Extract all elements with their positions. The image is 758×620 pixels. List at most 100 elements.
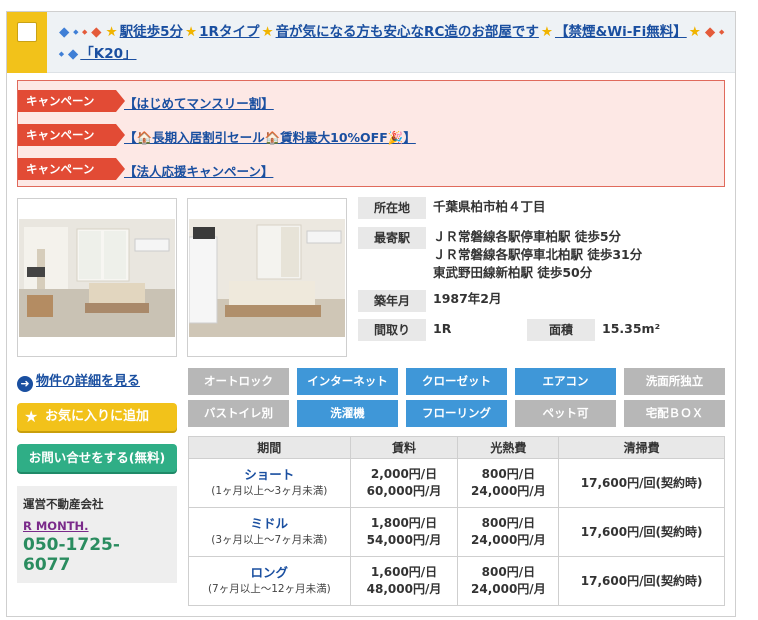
campaign-link[interactable]: 【法人応援キャンペーン】	[124, 161, 273, 180]
campaign-row: キャンペーン 【🏠長期入居割引セール🏠賃料最大10%OFF🎉】	[18, 124, 718, 148]
feature-badge: 洗面所独立	[624, 368, 725, 395]
blue-diamond-icon: ◆	[67, 46, 79, 62]
station-line: ＪＲ常磐線各駅停車北柏駅 徒歩31分	[433, 247, 643, 262]
table-header: 賃料	[349, 436, 459, 459]
property-header: ◆ ⬩ ⬩ ◆ ★ 駅徒歩5分 ★ 1Rタイプ ★ 音が気になる方も安心なRC造のお部屋です ★ 【禁…	[7, 12, 735, 73]
contact-button[interactable]: お問い合せをする(無料)	[17, 444, 177, 472]
detail-link[interactable]: ➜ 物件の詳細を見る	[17, 370, 140, 392]
agency-phone-part: 6077	[23, 555, 71, 575]
station-line: ＪＲ常磐線各駅停車柏駅 徒歩5分	[433, 229, 622, 244]
star-icon: ★	[540, 24, 553, 40]
rent-cell: 1,800円/日 54,000円/月	[349, 507, 459, 557]
arrow-right-icon: ➜	[17, 376, 33, 392]
plan-cell: ミドル (3ヶ月以上～7ヶ月未満)	[188, 507, 351, 557]
plan-name: ミドル	[250, 516, 289, 531]
agency-phone-part: 050-1725-	[23, 535, 120, 555]
detail-link-label: 物件の詳細を見る	[36, 374, 141, 389]
red-diamond-icon: ◆	[91, 24, 102, 40]
station-label: 最寄駅	[358, 227, 426, 249]
blue-diamond-icon: ◆	[59, 24, 70, 40]
location-value: 千葉県柏市柏４丁目	[433, 199, 546, 214]
title-text: 音が気になる方も安心なRC造のお部屋です	[275, 24, 539, 40]
feature-badge: エアコン	[515, 368, 616, 395]
location-label: 所在地	[358, 197, 426, 219]
plan-name: ロング	[250, 565, 289, 580]
small-red-diamond-icon: ⬩	[719, 24, 725, 40]
utility-daily: 800円/日	[481, 467, 536, 481]
area-value: 15.35m²	[602, 321, 661, 336]
small-red-diamond-icon: ⬩	[82, 24, 88, 40]
table-row: ミドル (3ヶ月以上～7ヶ月未満) 1,800円/日 54,000円/月 800円/日 2…	[188, 507, 725, 557]
built-value: 1987年2月	[433, 291, 502, 306]
title-text: 1Rタイプ	[199, 24, 260, 40]
layout-label: 間取り	[358, 319, 426, 341]
rent-monthly: 60,000円/月	[366, 484, 442, 498]
star-icon: ★	[261, 24, 274, 40]
rent-monthly: 48,000円/月	[366, 582, 442, 596]
title-text: 駅徒歩5分	[119, 24, 184, 40]
plan-period: (7ヶ月以上～12ヶ月未満)	[207, 583, 331, 595]
feature-badge: インターネット	[297, 368, 398, 395]
plan-name: ショート	[244, 467, 295, 482]
campaign-tag: キャンペーン	[18, 124, 125, 146]
feature-badge: ペット可	[515, 400, 616, 427]
table-header: 期間	[188, 436, 351, 459]
room-photo-1[interactable]	[17, 198, 177, 357]
utility-cell: 800円/日 24,000円/月	[457, 458, 560, 508]
favorite-label: お気に入りに追加	[45, 409, 150, 424]
rent-monthly: 54,000円/月	[366, 533, 442, 547]
utility-cell: 800円/日 24,000円/月	[457, 556, 560, 606]
feature-badge: バストイレ別	[188, 400, 289, 427]
campaign-row: キャンペーン 【法人応援キャンペーン】	[18, 158, 718, 182]
small-blue-diamond-icon: ⬩	[59, 46, 64, 62]
utility-monthly: 24,000円/月	[471, 533, 546, 547]
feature-badge: 宅配ＢＯＸ	[624, 400, 725, 427]
campaign-row: キャンペーン 【はじめてマンスリー割】	[18, 90, 718, 114]
cleaning-cell: 17,600円/回(契約時)	[558, 458, 725, 508]
rent-daily: 2,000円/日	[370, 467, 438, 481]
add-favorite-button[interactable]: ★ お気に入りに追加	[17, 403, 177, 431]
property-title-link[interactable]: ◆ ⬩ ⬩ ◆ ★ 駅徒歩5分 ★ 1Rタイプ ★ 音が気になる方も安心なRC造のお部屋です ★ 【禁…	[57, 21, 727, 65]
campaign-tag: キャンペーン	[18, 90, 125, 112]
red-diamond-icon: ◆	[704, 24, 716, 40]
utility-monthly: 24,000円/月	[471, 484, 546, 498]
title-text: 「K20」	[80, 46, 137, 62]
campaign-tag: キャンペーン	[18, 158, 125, 180]
room-photo-image	[19, 219, 175, 337]
utility-daily: 800円/日	[481, 565, 536, 579]
select-checkbox[interactable]	[17, 22, 37, 42]
agency-box: 運営不動産会社 R MONTH. 050-1725- 6077	[17, 486, 177, 583]
plan-cell: ショート (1ヶ月以上～3ヶ月未満)	[188, 458, 351, 508]
star-icon: ★	[688, 24, 701, 40]
agency-name-link[interactable]: R MONTH.	[23, 519, 171, 533]
layout-value: 1R	[433, 321, 452, 336]
select-area	[7, 12, 47, 73]
property-card: ◆ ⬩ ⬩ ◆ ★ 駅徒歩5分 ★ 1Rタイプ ★ 音が気になる方も安心なRC造のお部屋です ★ 【禁…	[6, 11, 736, 617]
table-header: 光熱費	[457, 436, 560, 459]
rent-daily: 1,600円/日	[370, 565, 438, 579]
title-text: 【禁煙&Wi-Fi無料】	[554, 24, 687, 40]
campaign-link[interactable]: 【🏠長期入居割引セール🏠賃料最大10%OFF🎉】	[124, 127, 416, 146]
utility-monthly: 24,000円/月	[471, 582, 546, 596]
utility-cell: 800円/日 24,000円/月	[457, 507, 560, 557]
small-blue-diamond-icon: ⬩	[73, 24, 79, 40]
star-icon: ★	[24, 407, 39, 426]
table-row: ショート (1ヶ月以上～3ヶ月未満) 2,000円/日 60,000円/月 800円/日…	[188, 458, 725, 508]
rent-cell: 1,600円/日 48,000円/月	[349, 556, 459, 606]
star-icon: ★	[185, 24, 198, 40]
area-label: 面積	[527, 319, 595, 341]
table-header: 清掃費	[558, 436, 725, 459]
cleaning-cell: 17,600円/回(契約時)	[558, 507, 725, 557]
agency-phone[interactable]: 050-1725- 6077	[23, 535, 171, 575]
built-label: 築年月	[358, 290, 426, 312]
campaign-box: キャンペーン 【はじめてマンスリー割】 キャンペーン 【🏠長期入居割引セール🏠賃…	[17, 80, 725, 187]
plan-period: (1ヶ月以上～3ヶ月未満)	[211, 485, 328, 497]
campaign-link[interactable]: 【はじめてマンスリー割】	[124, 93, 274, 112]
room-photo-image	[189, 219, 345, 337]
feature-badge: フローリング	[406, 400, 507, 427]
room-photo-2[interactable]	[187, 198, 347, 357]
table-row: ロング (7ヶ月以上～12ヶ月未満) 1,600円/日 48,000円/月 800円/日…	[188, 556, 725, 606]
cleaning-cell: 17,600円/回(契約時)	[558, 556, 725, 606]
feature-badge: 洗濯機	[297, 400, 398, 427]
star-icon: ★	[105, 24, 118, 40]
